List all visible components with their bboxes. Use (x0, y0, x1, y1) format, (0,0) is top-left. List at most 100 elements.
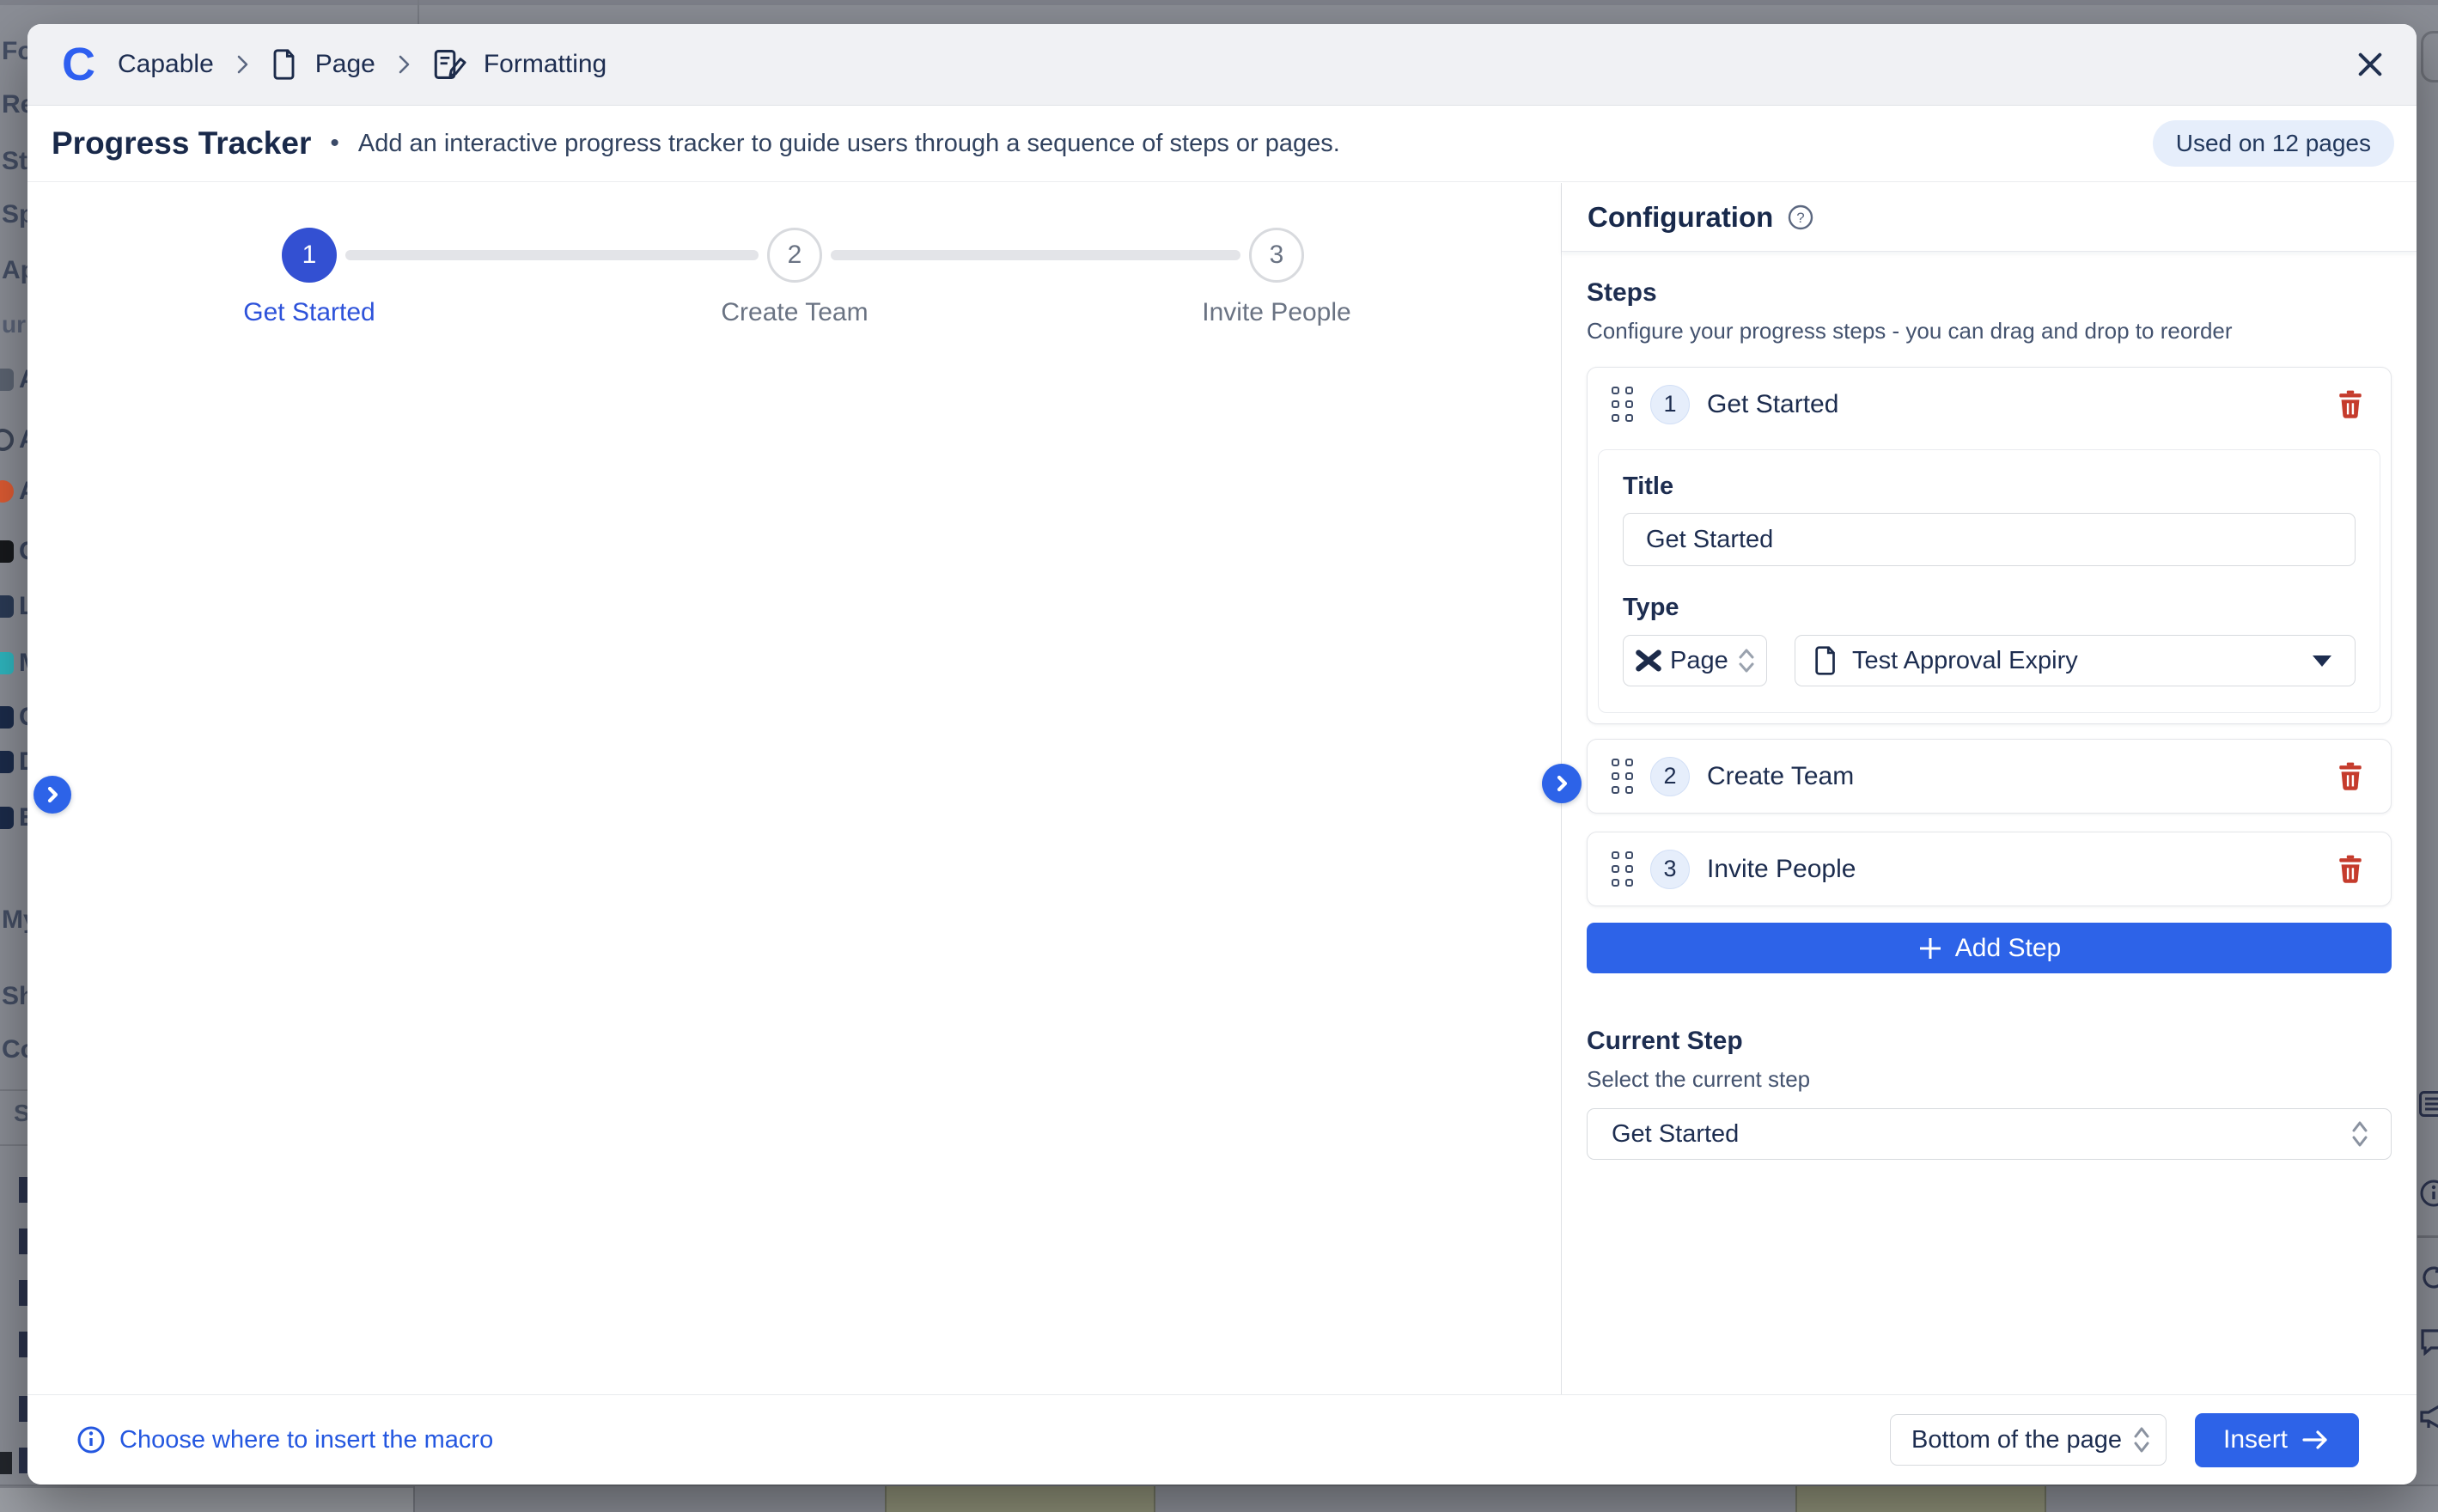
select-chevrons-icon (2131, 1423, 2152, 1457)
backdrop-sidebar-fragment: ur (2, 311, 26, 338)
backdrop-bottom-strip (0, 1485, 2438, 1510)
title-field-label: Title (1623, 472, 2356, 501)
help-icon[interactable]: ? (1787, 204, 1814, 231)
step-card-1: 1 Get Started Title Type (1587, 367, 2392, 724)
page-select-value: Test Approval Expiry (1852, 647, 2078, 675)
backdrop-dark-block (0, 1452, 12, 1474)
preview-step-circle-3: 3 (1249, 228, 1304, 283)
current-step-hint: Select the current step (1587, 1066, 2392, 1093)
breadcrumb-section: Formatting (484, 50, 606, 79)
trash-icon[interactable] (2337, 762, 2363, 791)
choose-insert-location-link[interactable]: Choose where to insert the macro (76, 1425, 493, 1454)
backdrop-list-sliver (19, 1280, 27, 1306)
arrow-right-icon (2301, 1430, 2331, 1450)
step-card-title: Create Team (1707, 762, 1854, 791)
info-icon (76, 1425, 106, 1454)
configuration-scroll-area[interactable]: Steps Configure your progress steps - yo… (1562, 253, 2417, 1394)
insert-position-value: Bottom of the page (1911, 1426, 2122, 1454)
page-icon (1814, 646, 1838, 675)
step-card-2: 2 Create Team (1587, 739, 2392, 814)
confluence-mark-icon (1636, 648, 1661, 674)
comment-icon (2419, 1328, 2438, 1356)
drag-handle-icon[interactable] (1612, 387, 1633, 422)
backdrop-table-cell (1795, 1486, 2046, 1512)
trash-icon[interactable] (2337, 855, 2363, 884)
current-step-section: Current Step Select the current step Get… (1587, 1027, 2392, 1160)
app-icon (0, 652, 14, 674)
backdrop-table-cell (885, 1486, 1155, 1512)
step-card-3: 3 Invite People (1587, 832, 2392, 906)
step-title-input[interactable] (1623, 513, 2356, 566)
svg-text:?: ? (1797, 210, 1805, 226)
backdrop-list-sliver (19, 1228, 27, 1254)
plus-icon (1917, 936, 1943, 961)
select-chevrons-icon (1737, 645, 1756, 676)
drag-handle-icon[interactable] (1612, 851, 1633, 887)
backdrop-right-divider (2417, 1235, 2438, 1238)
step-card-1-header[interactable]: 1 Get Started (1588, 368, 2391, 441)
backdrop-divider (0, 1089, 29, 1091)
current-step-value: Get Started (1612, 1120, 1739, 1149)
page-select[interactable]: Test Approval Expiry (1795, 635, 2356, 686)
app-icon (0, 595, 14, 618)
choose-insert-location-label: Choose where to insert the macro (119, 1426, 493, 1454)
step-number-badge: 2 (1650, 757, 1690, 796)
capable-logo: C (62, 41, 95, 88)
macro-dialog: C Capable Page Formatting Progress Track… (27, 24, 2417, 1485)
configuration-panel: Configuration ? Steps Configure your pro… (1562, 183, 2417, 1394)
page-icon (272, 49, 298, 80)
type-select[interactable]: Page (1623, 635, 1767, 686)
app-icon (0, 369, 14, 391)
select-chevrons-icon (2350, 1117, 2370, 1151)
add-step-button[interactable]: Add Step (1587, 923, 2392, 973)
backdrop-top-strip (0, 0, 2438, 5)
megaphone-icon (2419, 1402, 2438, 1431)
app-icon (0, 751, 14, 773)
configuration-title: Configuration (1588, 201, 1773, 234)
breadcrumb-page[interactable]: Page (315, 50, 375, 79)
preview-step-label-2: Create Team (649, 298, 941, 327)
app-icon (0, 706, 14, 729)
trash-icon[interactable] (2337, 390, 2363, 419)
backdrop-list-sliver (19, 1396, 27, 1422)
breadcrumb-app[interactable]: Capable (118, 50, 214, 79)
title-separator-dot: • (330, 129, 339, 158)
steps-heading: Steps (1587, 278, 2392, 308)
formatting-icon (434, 49, 466, 80)
insert-button-label: Insert (2223, 1425, 2288, 1454)
list-icon (2419, 1091, 2438, 1117)
backdrop-scroll-pill (2421, 31, 2438, 82)
step-card-2-header[interactable]: 2 Create Team (1588, 740, 2391, 813)
app-icon (0, 480, 14, 503)
history-icon (2419, 1263, 2438, 1292)
type-field-label: Type (1623, 594, 2356, 622)
usage-badge: Used on 12 pages (2153, 120, 2394, 167)
info-icon (2419, 1179, 2438, 1208)
step-card-title: Invite People (1707, 855, 1856, 884)
close-icon[interactable] (2355, 49, 2386, 80)
app-icon (0, 807, 14, 829)
backdrop-column-line (418, 0, 419, 24)
steps-hint: Configure your progress steps - you can … (1587, 318, 2392, 344)
chevron-right-icon (236, 53, 250, 76)
insert-position-select[interactable]: Bottom of the page (1890, 1414, 2167, 1466)
insert-button[interactable]: Insert (2195, 1413, 2359, 1467)
current-step-heading: Current Step (1587, 1027, 2392, 1056)
current-step-select[interactable]: Get Started (1587, 1108, 2392, 1160)
collapse-left-button[interactable] (34, 776, 71, 814)
configuration-header: Configuration ? (1562, 183, 2417, 252)
step-connector (831, 250, 1240, 260)
step-connector (345, 250, 759, 260)
step-card-3-header[interactable]: 3 Invite People (1588, 832, 2391, 905)
dropdown-caret-icon (2312, 655, 2332, 668)
preview-step-circle-2: 2 (767, 228, 822, 283)
backdrop-list-sliver (19, 1332, 27, 1357)
chevron-right-icon (398, 53, 411, 76)
breadcrumb: C Capable Page Formatting (27, 24, 2417, 106)
type-select-value: Page (1670, 647, 1728, 675)
preview-step-label-1: Get Started (163, 298, 455, 327)
dialog-header: Progress Tracker • Add an interactive pr… (27, 106, 2417, 182)
drag-handle-icon[interactable] (1612, 759, 1633, 794)
backdrop-divider (0, 1144, 29, 1146)
collapse-panel-button[interactable] (1542, 764, 1582, 803)
